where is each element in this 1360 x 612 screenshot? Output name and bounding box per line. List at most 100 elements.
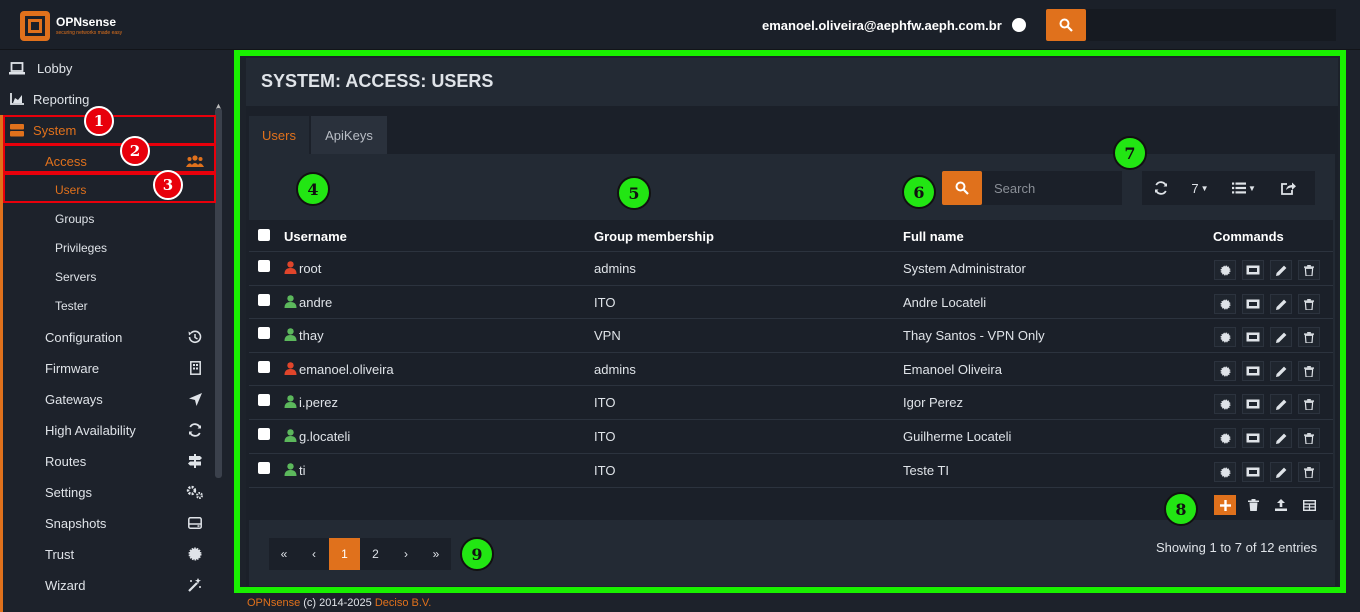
footer-brand-link[interactable]: OPNsense [247, 597, 300, 609]
row-checkbox[interactable] [258, 428, 270, 440]
trash-icon [1304, 466, 1314, 478]
edit-button[interactable] [1270, 327, 1292, 347]
sidebar-item-servers[interactable]: Servers [0, 262, 212, 292]
user-icon [284, 261, 297, 274]
api-key-button[interactable] [1242, 462, 1264, 482]
api-key-button[interactable] [1242, 361, 1264, 381]
sidebar-item-high-availability[interactable]: High Availability [0, 415, 212, 445]
refresh-icon [186, 423, 204, 437]
edit-button[interactable] [1270, 361, 1292, 381]
search-icon [955, 181, 969, 195]
column-header-username[interactable]: Username [284, 229, 347, 244]
set-password-button[interactable] [1214, 462, 1236, 482]
set-password-button[interactable] [1214, 260, 1236, 280]
brand-tagline: securing networks made easy [56, 30, 123, 36]
sidebar-item-trust[interactable]: Trust [0, 539, 212, 569]
pagination-first[interactable]: « [269, 538, 299, 570]
delete-button[interactable] [1298, 428, 1320, 448]
row-divider [249, 318, 1333, 319]
column-header-fullname[interactable]: Full name [903, 229, 964, 244]
certificate-icon [186, 547, 204, 561]
edit-button[interactable] [1270, 260, 1292, 280]
row-checkbox[interactable] [258, 462, 270, 474]
annotation-badge: 6 [902, 175, 936, 209]
column-selection-dropdown[interactable]: ▼ [1220, 171, 1268, 205]
row-checkbox[interactable] [258, 361, 270, 373]
ticket-icon [1246, 366, 1260, 376]
user-email[interactable]: emanoel.oliveira@aephfw.aeph.com.br [762, 18, 1002, 33]
row-checkbox[interactable] [258, 394, 270, 406]
cog-icon [1220, 399, 1230, 409]
sidebar-item-label: Snapshots [45, 515, 107, 531]
cell-username: emanoel.oliveira [299, 362, 394, 377]
set-password-button[interactable] [1214, 327, 1236, 347]
sidebar-item-lobby[interactable]: Lobby [0, 53, 212, 83]
grid-search-button[interactable] [942, 171, 982, 205]
trash-icon [1304, 365, 1314, 377]
api-key-button[interactable] [1242, 428, 1264, 448]
delete-button[interactable] [1298, 327, 1320, 347]
top-search-button[interactable] [1046, 9, 1086, 41]
sidebar-item-routes[interactable]: Routes [0, 446, 212, 476]
tab-users[interactable]: Users [249, 116, 309, 154]
ticket-icon [1246, 467, 1260, 477]
sidebar-item-tester[interactable]: Tester [0, 291, 212, 321]
theme-toggle[interactable] [1012, 18, 1026, 32]
delete-button[interactable] [1298, 462, 1320, 482]
sidebar-item-label: Servers [55, 270, 97, 284]
sidebar-item-settings[interactable]: Settings [0, 477, 212, 507]
sidebar-item-firmware[interactable]: Firmware [0, 353, 212, 383]
api-key-button[interactable] [1242, 327, 1264, 347]
api-key-button[interactable] [1242, 294, 1264, 314]
annotation-badge: 7 [1113, 136, 1147, 170]
grid-search-input[interactable] [982, 171, 1122, 205]
export-table-button[interactable] [1298, 495, 1320, 515]
set-password-button[interactable] [1214, 428, 1236, 448]
add-button[interactable] [1214, 495, 1236, 515]
column-header-group[interactable]: Group membership [594, 229, 714, 244]
sidebar-item-configuration[interactable]: Configuration [0, 322, 212, 352]
select-all-checkbox[interactable] [258, 229, 270, 241]
opnsense-logo[interactable]: OPNsense securing networks made easy [20, 11, 122, 41]
row-checkbox[interactable] [258, 327, 270, 339]
set-password-button[interactable] [1214, 294, 1236, 314]
set-password-button[interactable] [1214, 361, 1236, 381]
pagination-next[interactable]: › [391, 538, 421, 570]
edit-button[interactable] [1270, 294, 1292, 314]
api-key-button[interactable] [1242, 260, 1264, 280]
pagination-prev[interactable]: ‹ [299, 538, 329, 570]
sidebar-item-wizard[interactable]: Wizard [0, 570, 212, 600]
cell-group: VPN [594, 328, 621, 343]
sidebar-scrollbar[interactable] [215, 108, 222, 478]
sidebar-item-snapshots[interactable]: Snapshots [0, 508, 212, 538]
row-count-value: 7 [1191, 180, 1199, 196]
set-password-button[interactable] [1214, 394, 1236, 414]
api-key-button[interactable] [1242, 394, 1264, 414]
row-count-dropdown[interactable]: 7 ▼ [1180, 171, 1220, 205]
trash-icon [1304, 432, 1314, 444]
sidebar-item-privileges[interactable]: Privileges [0, 233, 212, 263]
refresh-button[interactable] [1142, 171, 1180, 205]
edit-button[interactable] [1270, 462, 1292, 482]
row-checkbox[interactable] [258, 294, 270, 306]
delete-button[interactable] [1298, 294, 1320, 314]
tab-apikeys[interactable]: ApiKeys [311, 116, 387, 154]
annotation-badge: 9 [460, 537, 494, 571]
entries-info: Showing 1 to 7 of 12 entries [1156, 540, 1318, 555]
sidebar-item-gateways[interactable]: Gateways [0, 384, 212, 414]
footer-company-link[interactable]: Deciso B.V. [375, 597, 431, 609]
edit-button[interactable] [1270, 428, 1292, 448]
pagination-page-2[interactable]: 2 [360, 538, 391, 570]
import-button[interactable] [1270, 495, 1292, 515]
delete-button[interactable] [1298, 361, 1320, 381]
top-search-input[interactable] [1086, 9, 1336, 41]
edit-button[interactable] [1270, 394, 1292, 414]
sidebar-item-groups[interactable]: Groups [0, 204, 212, 234]
pagination-last[interactable]: » [421, 538, 451, 570]
delete-selected-button[interactable] [1242, 495, 1264, 515]
row-checkbox[interactable] [258, 260, 270, 272]
export-button[interactable] [1268, 171, 1308, 205]
pagination-page-1[interactable]: 1 [329, 538, 360, 570]
delete-button[interactable] [1298, 394, 1320, 414]
delete-button[interactable] [1298, 260, 1320, 280]
